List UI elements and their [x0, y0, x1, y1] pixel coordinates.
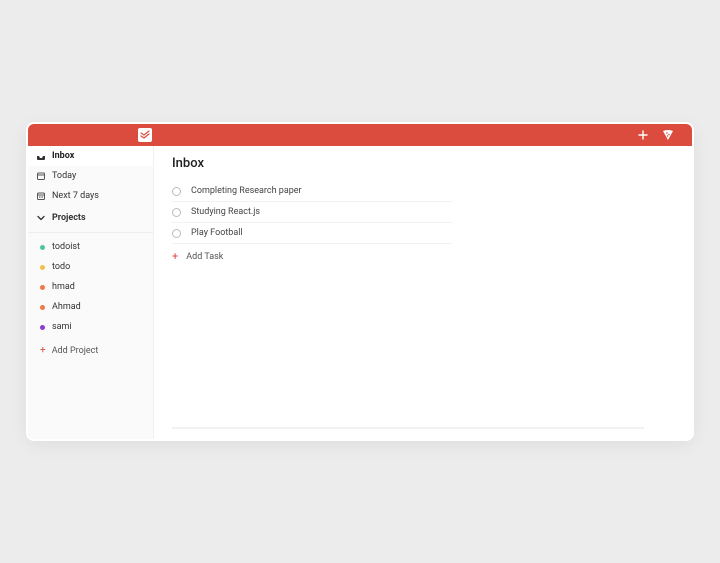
task-title: Studying React.js: [191, 207, 260, 217]
sidebar-item-label: Today: [52, 171, 76, 181]
calendar-week-icon: [36, 191, 46, 201]
sidebar-project-item[interactable]: todoist: [28, 237, 153, 257]
task-checkbox[interactable]: [172, 229, 181, 238]
project-color-dot: [40, 285, 45, 290]
sidebar-projects-header[interactable]: Projects: [28, 208, 153, 228]
todoist-logo-icon[interactable]: [138, 128, 152, 142]
sidebar-item-today[interactable]: Today: [28, 166, 153, 186]
add-task-label: Add Task: [186, 252, 223, 262]
sidebar-item-label: Projects: [52, 213, 86, 223]
sidebar-divider: [28, 232, 153, 233]
sidebar: Inbox Today Next 7 days Projects: [28, 146, 154, 439]
plus-icon: +: [172, 251, 178, 262]
main-panel: Inbox Completing Research paper Studying…: [154, 146, 692, 439]
task-row[interactable]: Completing Research paper: [172, 181, 452, 202]
task-checkbox[interactable]: [172, 208, 181, 217]
sidebar-item-next7[interactable]: Next 7 days: [28, 186, 153, 206]
project-name: Ahmad: [52, 302, 81, 312]
sidebar-item-label: Next 7 days: [52, 191, 99, 201]
header-bar: [28, 124, 692, 146]
sidebar-project-item[interactable]: hmad: [28, 277, 153, 297]
sidebar-item-label: Inbox: [52, 151, 74, 161]
project-name: todoist: [52, 242, 80, 252]
calendar-today-icon: [36, 171, 46, 181]
inbox-icon: [36, 151, 46, 161]
task-row[interactable]: Studying React.js: [172, 202, 452, 223]
add-project-button[interactable]: + Add Project: [28, 341, 153, 361]
plus-icon: +: [40, 346, 46, 356]
add-project-label: Add Project: [52, 346, 99, 356]
project-color-dot: [40, 325, 45, 330]
sidebar-item-inbox[interactable]: Inbox: [28, 146, 153, 166]
task-title: Completing Research paper: [191, 186, 302, 196]
sidebar-project-item[interactable]: sami: [28, 317, 153, 337]
project-color-dot: [40, 245, 45, 250]
chevron-down-icon: [36, 213, 46, 223]
horizontal-scrollbar[interactable]: [172, 427, 644, 429]
project-color-dot: [40, 265, 45, 270]
add-task-button[interactable]: + Add Task: [172, 244, 674, 269]
task-title: Play Football: [191, 228, 243, 238]
task-checkbox[interactable]: [172, 187, 181, 196]
project-color-dot: [40, 305, 45, 310]
sidebar-project-item[interactable]: Ahmad: [28, 297, 153, 317]
pizza-icon[interactable]: [662, 129, 674, 141]
project-name: todo: [52, 262, 70, 272]
project-name: sami: [52, 322, 72, 332]
app-body: Inbox Today Next 7 days Projects: [28, 146, 692, 439]
sidebar-project-item[interactable]: todo: [28, 257, 153, 277]
task-row[interactable]: Play Football: [172, 223, 452, 244]
project-name: hmad: [52, 282, 75, 292]
quick-add-button[interactable]: [638, 130, 648, 140]
page-title: Inbox: [172, 156, 674, 171]
app-window: Inbox Today Next 7 days Projects: [28, 124, 692, 439]
